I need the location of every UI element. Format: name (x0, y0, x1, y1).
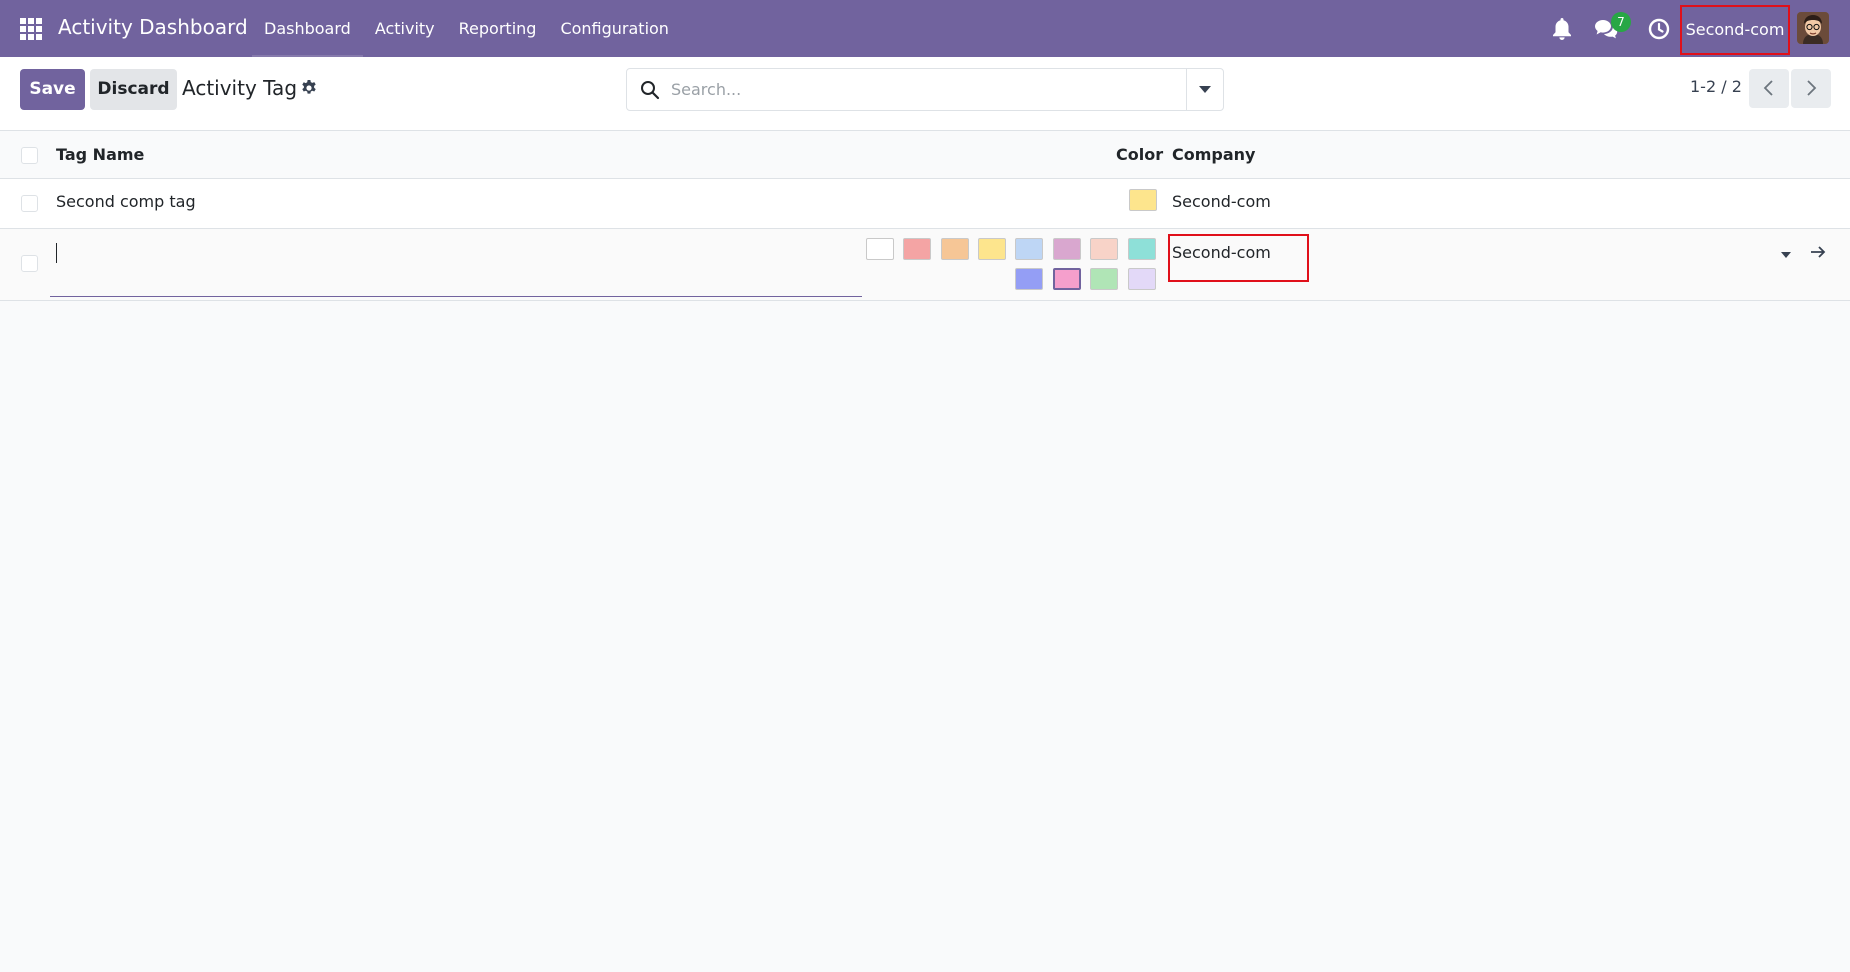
search-bar (626, 68, 1224, 111)
caret-down-icon[interactable] (1781, 252, 1791, 258)
color-option-swatch[interactable] (1128, 268, 1156, 290)
chat-count-badge: 7 (1611, 12, 1631, 32)
list-header: Tag Name Color Company (0, 132, 1850, 179)
color-option-swatch[interactable] (1090, 268, 1118, 290)
gear-icon[interactable] (300, 79, 318, 97)
color-option-swatch[interactable] (903, 238, 931, 260)
table-row[interactable]: Second comp tag Second-com (0, 179, 1850, 229)
chevron-right-icon (1807, 80, 1817, 96)
row-checkbox[interactable] (21, 255, 38, 272)
color-option-swatch[interactable] (1053, 268, 1081, 290)
search-input[interactable] (671, 69, 1171, 110)
bell-icon[interactable] (1551, 17, 1573, 41)
color-option-swatch[interactable] (1053, 238, 1081, 260)
menu-dashboard[interactable]: Dashboard (252, 0, 363, 57)
company-switcher[interactable]: Second-com (1680, 5, 1790, 55)
menu-reporting[interactable]: Reporting (447, 0, 549, 57)
pager-previous-button[interactable] (1749, 69, 1789, 108)
arrow-right-icon[interactable] (1809, 243, 1827, 261)
column-color[interactable]: Color (1116, 145, 1163, 164)
color-option-swatch[interactable] (1128, 238, 1156, 260)
page-title: Activity Tag (182, 76, 298, 100)
menu-activity[interactable]: Activity (363, 0, 447, 57)
pager-value[interactable]: 1-2 / 2 (1690, 77, 1742, 96)
color-option-swatch[interactable] (978, 238, 1006, 260)
search-icon (641, 81, 660, 100)
row-checkbox[interactable] (21, 195, 38, 212)
top-navbar: Activity Dashboard Dashboard Activity Re… (0, 0, 1850, 57)
editable-row[interactable]: Second-com (0, 229, 1850, 301)
search-options-toggle[interactable] (1186, 69, 1223, 110)
color-option-swatch[interactable] (1015, 238, 1043, 260)
control-panel: Save Discard Activity Tag 1-2 / 2 (0, 57, 1850, 131)
column-company[interactable]: Company (1172, 145, 1255, 164)
text-cursor (56, 243, 57, 263)
color-swatch (1129, 189, 1157, 211)
discard-button[interactable]: Discard (90, 69, 177, 110)
save-button[interactable]: Save (20, 69, 85, 110)
pager-next-button[interactable] (1791, 69, 1831, 108)
color-option-swatch[interactable] (941, 238, 969, 260)
color-option-swatch[interactable] (866, 238, 894, 260)
company-cell: Second-com (1172, 192, 1271, 211)
avatar[interactable] (1797, 12, 1829, 44)
clock-icon[interactable] (1648, 18, 1670, 40)
apps-grid-icon[interactable] (20, 18, 44, 42)
tag-name-cell: Second comp tag (56, 192, 196, 211)
menu-configuration[interactable]: Configuration (548, 0, 681, 57)
color-option-swatch[interactable] (1015, 268, 1043, 290)
chevron-left-icon (1763, 80, 1773, 96)
company-field[interactable]: Second-com (1172, 243, 1271, 262)
tag-name-input[interactable] (50, 237, 862, 297)
main-menu: Dashboard Activity Reporting Configurati… (252, 0, 681, 57)
color-option-swatch[interactable] (1090, 238, 1118, 260)
select-all-checkbox[interactable] (21, 147, 38, 164)
caret-down-icon (1199, 86, 1211, 93)
app-title[interactable]: Activity Dashboard (58, 15, 248, 39)
column-tag-name[interactable]: Tag Name (56, 145, 144, 164)
